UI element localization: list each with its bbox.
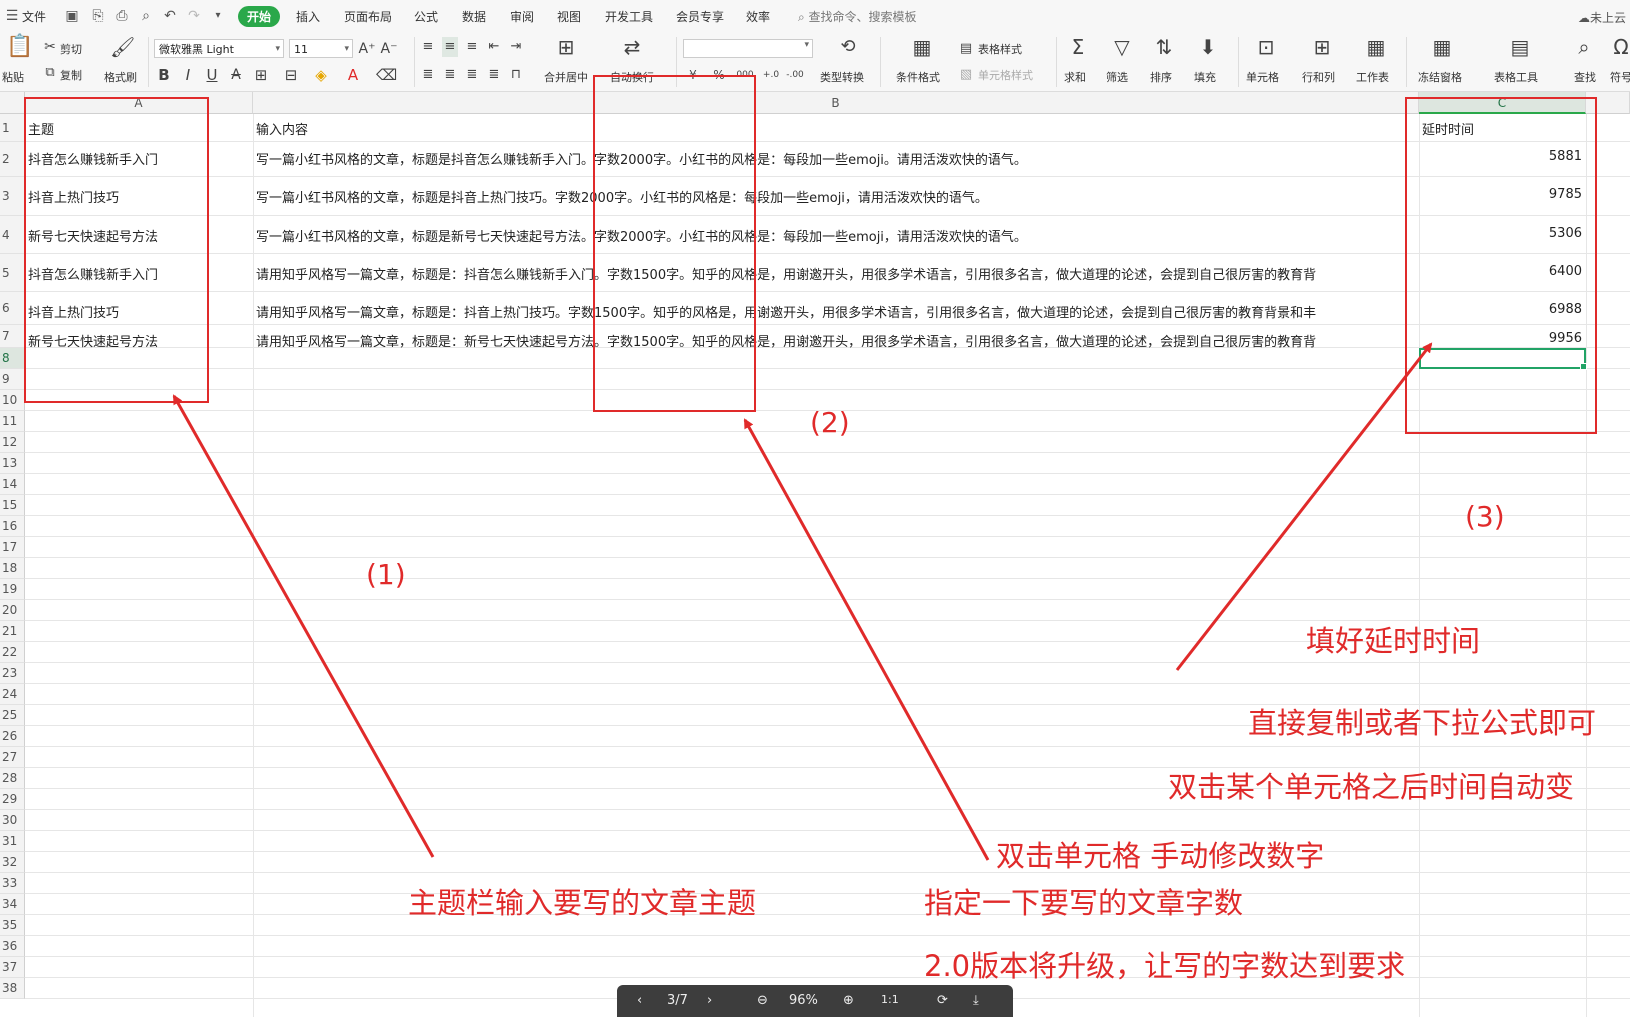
annotation-label-3: (3) (1465, 500, 1505, 533)
chevron-right-icon[interactable]: › (707, 993, 712, 1008)
zoom-in-icon[interactable]: ⊕ (843, 993, 854, 1008)
note-version-2: 2.0版本将升级，让写的字数达到要求 (924, 949, 1406, 983)
annotation-arrows (172, 342, 1433, 861)
note-copy-formula: 直接复制或者下拉公式即可 (1248, 706, 1597, 740)
note-word-count: 指定一下要写的文章字数 (924, 886, 1244, 920)
chevron-left-icon[interactable]: ‹ (637, 993, 642, 1008)
viewer-toolbar: ‹ 3/7 › ⊖ 96% ⊕ 1:1 ⟳ ⤓ (617, 985, 1013, 1017)
actual-size-icon[interactable]: 1:1 (881, 993, 899, 1006)
note-auto-change: 双击某个单元格之后时间自动变 (1168, 770, 1575, 804)
arrow-2 (743, 418, 990, 861)
zoom-level: 96% (789, 993, 818, 1008)
page-indicator: 3/7 (667, 993, 688, 1008)
note-topic: 主题栏输入要写的文章主题 (408, 886, 757, 920)
rotate-icon[interactable]: ⟳ (937, 993, 948, 1008)
zoom-out-icon[interactable]: ⊖ (757, 993, 768, 1008)
arrow-1 (172, 394, 435, 858)
download-icon[interactable]: ⤓ (973, 993, 979, 1008)
annotation-label-2: (2) (810, 406, 850, 439)
note-fill-delay: 填好延时时间 (1306, 624, 1481, 658)
annotation-label-1: (1) (366, 558, 406, 591)
note-double-click-edit: 双击单元格 手动修改数字 (996, 839, 1325, 873)
